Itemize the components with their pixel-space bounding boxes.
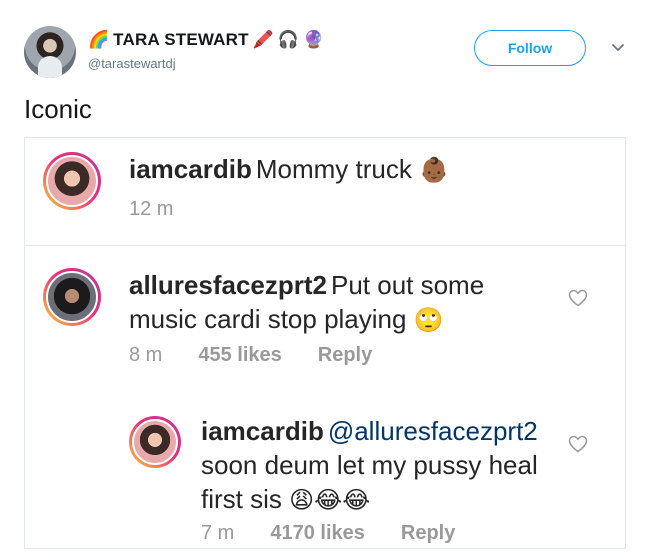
mention-link[interactable]: @alluresfacezprt2: [328, 416, 538, 446]
avatar[interactable]: [43, 152, 101, 210]
avatar[interactable]: [43, 268, 101, 326]
comment-likes[interactable]: 455 likes: [198, 344, 281, 367]
comment-time: 7 m: [201, 522, 235, 544]
caption-body: Mommy truck: [255, 154, 412, 184]
embedded-instagram-screenshot[interactable]: iamcardib Mommy truck 👶🏾 12 m alluresface…: [24, 137, 626, 549]
reply-comment-text: iamcardib @alluresfacezprt2 soon deum let…: [201, 414, 538, 517]
baby-emoji-icon: 👶🏾: [419, 156, 449, 184]
avatar-photo: [46, 271, 98, 323]
headphones-emoji-icon: 🎧: [277, 29, 300, 50]
avatar-photo: [132, 419, 178, 465]
chevron-down-icon[interactable]: [609, 38, 627, 56]
follow-button[interactable]: Follow: [474, 30, 586, 66]
comment-username[interactable]: iamcardib: [201, 416, 324, 446]
comment-likes[interactable]: 4170 likes: [270, 522, 365, 545]
crystal-ball-emoji-icon: 🔮: [303, 29, 325, 50]
tweet-text: Iconic: [24, 94, 92, 124]
comment-text: alluresfacezprt2 Put out some music cardi…: [129, 268, 484, 337]
caption-meta: 12 m: [129, 198, 173, 221]
comment-meta: 7 m 4170 likes Reply: [201, 522, 455, 545]
reply-button[interactable]: Reply: [318, 344, 372, 367]
tweet-header: 🌈 TARA STEWART 🖍️ 🎧 🔮 @tarastewartdj Fol…: [24, 24, 634, 80]
heart-icon[interactable]: [568, 289, 588, 307]
author-name-row[interactable]: 🌈 TARA STEWART 🖍️ 🎧 🔮: [88, 30, 324, 50]
comment-line: soon deum let my pussy heal: [201, 450, 538, 480]
rainbow-emoji-icon: 🌈: [88, 29, 110, 50]
comment-username[interactable]: alluresfacezprt2: [129, 270, 327, 300]
avatar[interactable]: [129, 416, 181, 468]
comment-line: first sis: [201, 484, 282, 514]
weary-laughing-emoji-icon: 😩😂😂: [289, 486, 371, 514]
comment-line: Put out some: [330, 270, 485, 300]
caption-text: iamcardib Mommy truck 👶🏾: [129, 152, 449, 187]
heart-icon[interactable]: [568, 435, 588, 453]
reply-button[interactable]: Reply: [401, 522, 455, 545]
avatar-photo: [46, 155, 98, 207]
caption-time: 12 m: [129, 198, 174, 220]
author-avatar[interactable]: [24, 26, 76, 78]
author-handle[interactable]: @tarastewartdj: [88, 56, 176, 71]
comment-line: music cardi stop playing: [129, 304, 407, 334]
author-display-name[interactable]: TARA STEWART: [113, 30, 249, 50]
caption-username[interactable]: iamcardib: [129, 154, 252, 184]
comment-meta: 8 m 455 likes Reply: [129, 344, 372, 367]
comment-time: 8 m: [129, 344, 163, 366]
eye-roll-emoji-icon: 🙄: [413, 306, 444, 334]
crayon-emoji-icon: 🖍️: [252, 29, 274, 50]
divider: [25, 245, 625, 246]
